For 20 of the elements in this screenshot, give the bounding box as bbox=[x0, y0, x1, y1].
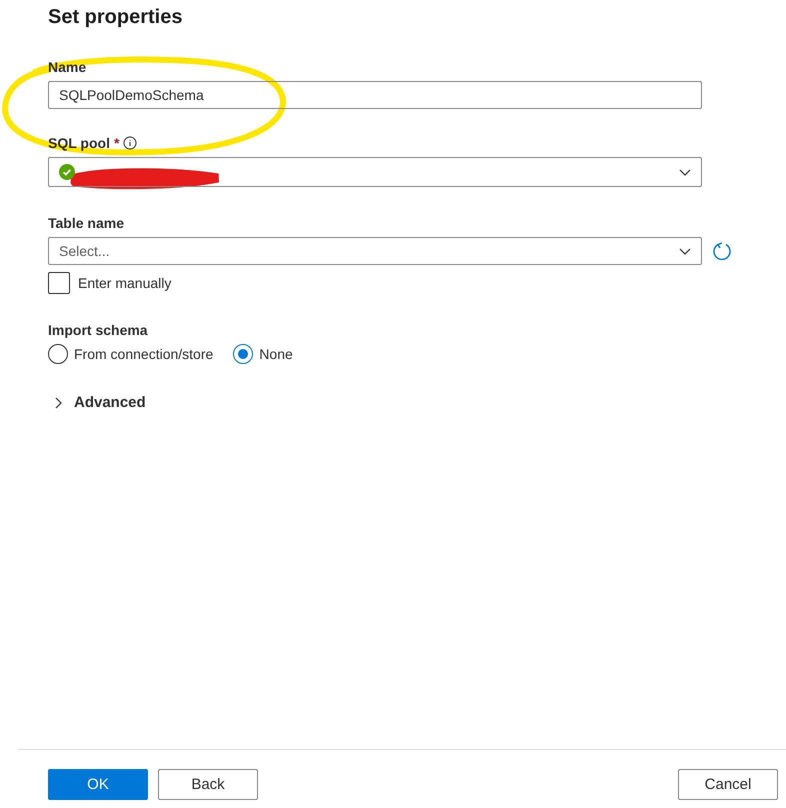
radio-label: From connection/store bbox=[74, 346, 214, 362]
field-label: Import schema bbox=[48, 322, 148, 338]
checkbox-label: Enter manually bbox=[78, 275, 172, 291]
radio-button[interactable] bbox=[233, 344, 254, 364]
primary-button[interactable]: OK bbox=[48, 769, 148, 800]
advanced-toggle[interactable]: Advanced bbox=[52, 394, 146, 411]
refresh-icon[interactable] bbox=[712, 241, 732, 261]
radio-button[interactable] bbox=[48, 344, 68, 364]
check-circle-icon bbox=[59, 164, 75, 180]
required-mark: * bbox=[114, 135, 120, 151]
secondary-button[interactable]: Back bbox=[158, 769, 258, 800]
field-label: Table name bbox=[48, 215, 124, 231]
name-input[interactable]: SQLPoolDemoSchema bbox=[48, 81, 702, 109]
panel-title: Set properties bbox=[48, 6, 184, 29]
checkbox[interactable] bbox=[48, 272, 70, 294]
radio-label: None bbox=[259, 346, 293, 362]
info-icon bbox=[123, 136, 138, 150]
sql-pool-dropdown[interactable] bbox=[48, 157, 702, 187]
secondary-button[interactable]: Cancel bbox=[678, 769, 778, 800]
table-name-dropdown[interactable]: Select... bbox=[48, 237, 702, 265]
